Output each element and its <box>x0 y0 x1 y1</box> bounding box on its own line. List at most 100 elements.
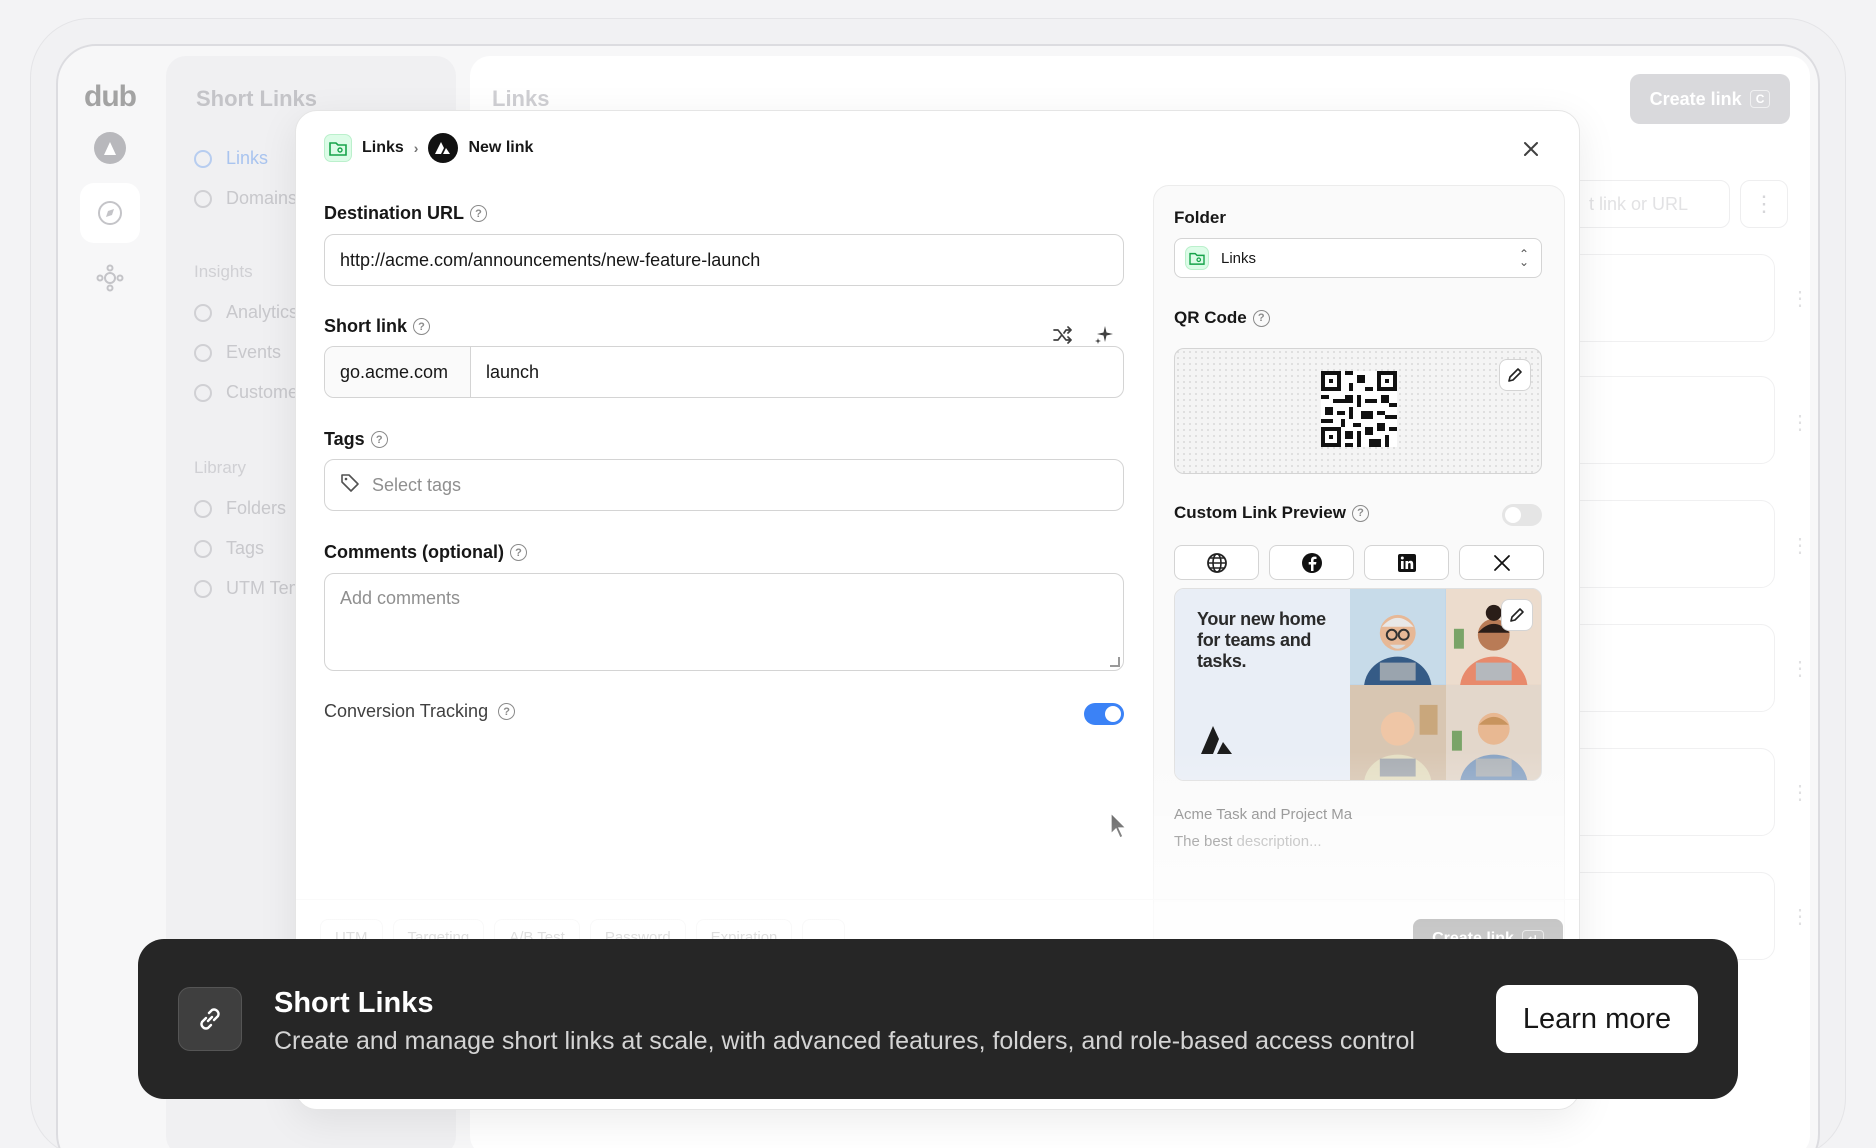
help-icon[interactable]: ? <box>510 544 527 561</box>
row-menu-icon[interactable]: ⋮ <box>1790 410 1810 435</box>
breadcrumb-folder[interactable]: Links <box>362 139 404 157</box>
shortcut-key: C <box>1749 90 1771 108</box>
sparkles-icon[interactable] <box>1092 323 1116 347</box>
tags-select[interactable]: Select tags <box>324 459 1124 511</box>
row-menu-icon[interactable]: ⋮ <box>1790 656 1810 681</box>
shuffle-icon[interactable] <box>1051 323 1075 347</box>
help-icon[interactable]: ? <box>1351 504 1369 522</box>
acme-logo-icon <box>1199 725 1235 760</box>
x-icon <box>1493 554 1510 571</box>
short-link-label: Short link? <box>324 316 431 337</box>
integrations-icon[interactable] <box>80 248 140 308</box>
globe-icon <box>194 189 212 208</box>
og-description-input[interactable]: The best description... <box>1174 833 1322 850</box>
compass-icon[interactable] <box>80 183 140 243</box>
linkedin-icon <box>1397 553 1416 572</box>
close-icon[interactable] <box>1519 137 1543 161</box>
row-menu-icon[interactable]: ⋮ <box>1790 286 1810 311</box>
custom-preview-toggle[interactable] <box>1502 504 1542 526</box>
folder-icon <box>194 499 212 518</box>
breadcrumb: Links › New link <box>324 133 533 163</box>
preview-headline: Your new home for teams and tasks. <box>1197 609 1326 671</box>
footer-divider <box>296 899 1579 900</box>
breadcrumb-current: New link <box>468 139 534 156</box>
app-logo: dub <box>84 80 137 113</box>
learn-more-button[interactable]: Learn more <box>1496 985 1698 1053</box>
preview-text-panel: Your new home for teams and tasks. <box>1175 589 1350 780</box>
globe-icon <box>1206 552 1227 573</box>
preview-platform-tabs <box>1174 545 1544 580</box>
link-icon <box>178 987 242 1051</box>
sidebar-section-library: Library <box>194 458 246 477</box>
page-title: Links <box>492 86 550 111</box>
qr-code-label: QR Code? <box>1174 308 1270 328</box>
help-icon[interactable]: ? <box>470 205 488 222</box>
cursor-rays-icon <box>194 343 212 362</box>
acme-logo-icon <box>94 132 126 164</box>
acme-logo-icon <box>428 133 459 163</box>
folder-label: Folder <box>1174 208 1226 227</box>
web-preview-tab[interactable] <box>1174 545 1259 580</box>
conversion-tracking-toggle[interactable] <box>1084 703 1124 725</box>
resize-handle[interactable] <box>1110 657 1120 667</box>
banner-title: Short Links <box>274 987 434 1019</box>
help-icon[interactable]: ? <box>498 703 516 720</box>
comments-textarea[interactable]: Add comments <box>324 573 1124 671</box>
facebook-preview-tab[interactable] <box>1269 545 1354 580</box>
sidebar-item-links[interactable]: Links <box>194 148 268 169</box>
diamond-icon <box>194 579 212 598</box>
destination-url-input[interactable]: http://acme.com/announcements/new-featur… <box>324 234 1124 286</box>
custom-preview-label: Custom Link Preview? <box>1174 503 1369 523</box>
person-illustration <box>1350 589 1446 685</box>
conversion-tracking-row: Conversion Tracking? <box>324 701 516 722</box>
row-menu-icon[interactable]: ⋮ <box>1790 780 1810 805</box>
destination-label: Destination URL? <box>324 203 488 224</box>
linkedin-preview-tab[interactable] <box>1364 545 1449 580</box>
help-icon[interactable]: ? <box>1252 309 1270 327</box>
edit-qr-button[interactable] <box>1499 359 1531 391</box>
sidebar-item-analytics[interactable]: Analytics <box>194 302 298 323</box>
pencil-icon <box>1510 608 1524 622</box>
tag-icon <box>340 473 360 498</box>
chevrons-up-down-icon: ⌃ ⌄ <box>1518 247 1529 269</box>
sidebar-item-domains[interactable]: Domains <box>194 188 297 209</box>
tags-label: Tags? <box>324 429 388 450</box>
user-icon <box>194 383 212 402</box>
workspace-avatar[interactable] <box>80 118 140 178</box>
help-icon[interactable]: ? <box>413 318 431 335</box>
sidebar-item-events[interactable]: Events <box>194 342 281 363</box>
pencil-icon <box>1508 368 1522 382</box>
more-options-icon[interactable]: ⋮ <box>1740 180 1788 228</box>
folder-select[interactable]: Links ⌃ ⌄ <box>1174 238 1542 278</box>
sidebar-section-insights: Insights <box>194 262 253 281</box>
og-title-input[interactable]: Acme Task and Project Ma <box>1174 806 1352 823</box>
link-preview-card: Your new home for teams and tasks. <box>1174 588 1542 781</box>
slug-input[interactable]: launch <box>471 347 539 397</box>
person-illustration <box>1350 684 1446 780</box>
row-menu-icon[interactable]: ⋮ <box>1790 533 1810 558</box>
x-preview-tab[interactable] <box>1459 545 1544 580</box>
qr-code-preview <box>1174 348 1542 474</box>
search-input[interactable]: t link or URL <box>1570 180 1730 228</box>
comments-label: Comments (optional)? <box>324 542 527 563</box>
edit-preview-button[interactable] <box>1501 599 1533 631</box>
row-menu-icon[interactable]: ⋮ <box>1790 904 1810 929</box>
person-illustration <box>1445 684 1541 780</box>
short-link-field: go.acme.com launch <box>324 346 1124 398</box>
chevron-right-icon: › <box>413 140 419 156</box>
domain-select[interactable]: go.acme.com <box>325 347 471 397</box>
qr-code-icon <box>1321 371 1397 447</box>
tag-icon <box>194 539 212 558</box>
chart-icon <box>194 303 212 322</box>
help-icon[interactable]: ? <box>370 431 388 448</box>
create-link-button[interactable]: Create link C <box>1630 74 1790 124</box>
feature-banner: Short Links Create and manage short link… <box>138 939 1738 1099</box>
sidebar-item-tags[interactable]: Tags <box>194 538 264 559</box>
sidebar-item-folders[interactable]: Folders <box>194 498 286 519</box>
sidebar-title: Short Links <box>196 86 318 111</box>
folder-icon <box>1185 246 1209 270</box>
facebook-icon <box>1301 552 1322 573</box>
banner-subtitle: Create and manage short links at scale, … <box>274 1027 1415 1055</box>
link-icon <box>194 149 212 168</box>
mouse-cursor-icon <box>1109 811 1129 845</box>
